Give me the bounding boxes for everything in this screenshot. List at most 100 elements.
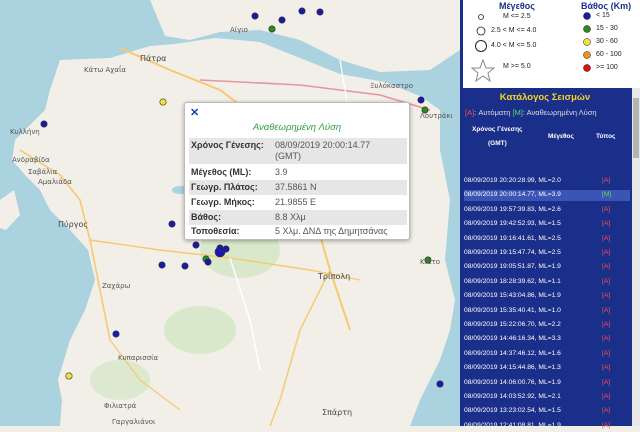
map-label-gargalianoi: Γαργαλιάνοι xyxy=(112,418,156,426)
scrollbar-thumb[interactable] xyxy=(633,98,639,158)
map-label-kiato: Κιάτο xyxy=(420,258,441,266)
catalog-row[interactable]: 08/09/2019 14:37:46.12, ML=1.6 [A] xyxy=(464,349,630,360)
legend-depth-class: >= 100 xyxy=(596,64,618,71)
earthquake-marker[interactable] xyxy=(112,330,120,338)
catalog-row[interactable]: 08/09/2019 14:03:52.92, ML=2.1 [A] xyxy=(464,392,630,403)
earthquake-marker[interactable] xyxy=(192,241,200,249)
catalog-row-type: [A] xyxy=(602,205,611,213)
map-label-aigio: Αίγιο xyxy=(230,26,248,34)
earthquake-marker[interactable] xyxy=(222,245,230,253)
catalog-row-time: 08/09/2019 19:42:52.93, ML=1.5 xyxy=(464,220,561,228)
earthquake-marker[interactable] xyxy=(65,372,73,380)
catalog-row-time: 08/09/2019 14:46:16.34, ML=3.3 xyxy=(464,335,561,343)
catalog-row-time: 08/09/2019 12:41:08.81, ML=1.9 xyxy=(464,421,561,429)
map-label-kato-achaia: Κάτω Αχαΐα xyxy=(84,66,126,74)
popup-row-depth: Βάθος: 8.8 Χλμ xyxy=(189,210,407,225)
map-label-sparti: Σπάρτη xyxy=(322,408,353,417)
popup-value: 8.8 Χλμ xyxy=(275,212,306,222)
popup-label: Χρόνος Γένεσης: xyxy=(191,140,264,150)
earthquake-marker[interactable] xyxy=(168,220,176,228)
earthquake-marker[interactable] xyxy=(204,258,212,266)
earthquake-marker[interactable] xyxy=(298,7,306,15)
map-label-zacharo: Ζαχάρω xyxy=(102,282,131,290)
popup-row-location: Τοποθεσία: 5 Χλμ. ΔΝΔ της Δημητσάνας xyxy=(189,224,407,239)
popup-label: Τοποθεσία: xyxy=(191,226,240,236)
close-icon[interactable]: ✕ xyxy=(190,106,199,119)
popup-label: Βάθος: xyxy=(191,212,222,222)
catalog-row-time: 08/09/2019 20:20:28.99, ML=2.0 xyxy=(464,177,561,184)
catalog-row-time: 08/09/2019 18:28:39.62, ML=1.1 xyxy=(464,277,561,285)
catalog-row[interactable]: 08/09/2019 19:05:51.87, ML=1.9 [A] xyxy=(464,262,630,273)
map-label-patra: Πάτρα xyxy=(140,54,167,63)
catalog-row[interactable]: 08/09/2019 18:28:39.62, ML=1.1 [A] xyxy=(464,277,630,288)
catalog-row-type: [A] xyxy=(602,421,611,429)
catalog-row-time: 08/09/2019 15:43:04.86, ML=1.9 xyxy=(464,292,561,300)
catalog-row[interactable]: 08/09/2019 15:22:06.70, ML=2.2 [A] xyxy=(464,320,630,331)
earthquake-marker[interactable] xyxy=(181,262,189,270)
catalog-scrollbar[interactable] xyxy=(632,88,640,426)
popup-value: 08/09/2019 20:00:14.77 xyxy=(275,140,371,150)
earthquake-marker[interactable] xyxy=(278,16,286,24)
catalog-row-time: 08/09/2019 14:37:46.12, ML=1.6 xyxy=(464,349,561,357)
catalog-row-type: [A] xyxy=(602,234,611,242)
earthquake-marker[interactable] xyxy=(158,261,166,269)
catalog-row-time: 08/09/2019 19:57:39.83, ML=2.6 xyxy=(464,205,561,213)
popup-label: Μέγεθος (ML): xyxy=(191,167,252,177)
catalog-row[interactable]: 08/09/2019 14:46:16.34, ML=3.3 [A] xyxy=(464,334,630,345)
popup-value: 37.5861 N xyxy=(275,182,317,192)
manual-code: [M] xyxy=(512,108,523,117)
event-info-popup: ✕ Αναθεωρημένη Λύση Χρόνος Γένεσης: 08/0… xyxy=(184,102,410,240)
legend-mag-class: M <= 2.5 xyxy=(503,13,531,20)
catalog-row[interactable]: 08/09/2019 14:15:44.86, ML=1.3 [A] xyxy=(464,363,630,374)
catalog-row[interactable]: 08/09/2019 19:16:41.61, ML=2.5 [A] xyxy=(464,234,630,245)
catalog-row[interactable]: 08/09/2019 15:35:40.41, ML=1.0 [A] xyxy=(464,306,630,317)
catalog-row[interactable]: 08/09/2019 19:57:39.83, ML=2.6 [A] xyxy=(464,205,630,216)
catalog-row[interactable]: 08/09/2019 12:41:08.81, ML=1.9 [A] xyxy=(464,421,630,432)
map-label-filiatra: Φιλιατρά xyxy=(104,402,137,410)
popup-row-latitude: Γεωγρ. Πλάτος: 37.5861 N xyxy=(189,180,407,195)
map-label-xylokastro: Ξυλόκαστρο xyxy=(370,82,414,90)
catalog-row-time: 08/09/2019 13:23:02.54, ML=1.5 xyxy=(464,407,561,415)
manual-label: : Αναθεωρημένη Λύση xyxy=(522,108,597,117)
legend-depth-class: < 15 xyxy=(596,12,610,19)
col-header-magnitude: Μέγεθος xyxy=(548,133,574,140)
col-header-time: Χρόνος Γένεσης xyxy=(472,126,523,133)
legend-mag-class: 2.5 < M <= 4.0 xyxy=(491,27,537,34)
catalog-row-type: [A] xyxy=(602,349,611,357)
legend-depth-class: 15 - 30 xyxy=(596,25,618,32)
catalog-row-type: [A] xyxy=(602,306,611,314)
popup-value: 5 Χλμ. ΔΝΔ της Δημητσάνας xyxy=(275,226,388,236)
catalog-row[interactable]: 08/09/2019 19:15:47.74, ML=2.5 [A] xyxy=(464,248,630,259)
col-header-time-unit: (GMT) xyxy=(488,140,507,147)
legend-depth-class: 30 - 60 xyxy=(596,38,618,45)
catalog-row[interactable]: 08/09/2019 20:00:14.77, ML=3.9 [M] xyxy=(464,190,630,202)
earthquake-marker[interactable] xyxy=(316,8,324,16)
col-header-type: Τύπος xyxy=(596,133,616,140)
catalog-row[interactable]: 08/09/2019 15:43:04.86, ML=1.9 [A] xyxy=(464,291,630,302)
legend-mag-class: 4.0 < M <= 5.0 xyxy=(491,42,537,49)
popup-label: Γεωγρ. Μήκος: xyxy=(191,197,255,207)
legend-mag-class: M >= 5.0 xyxy=(503,63,531,70)
popup-title: Αναθεωρημένη Λύση xyxy=(252,122,342,133)
catalog-row[interactable]: 08/09/2019 13:23:02.54, ML=1.5 [A] xyxy=(464,406,630,417)
earthquake-marker[interactable] xyxy=(251,12,259,20)
earthquake-marker[interactable] xyxy=(268,25,276,33)
map-view[interactable]: Πάτρα Κάτω Αχαΐα Κυλλήνη Ανδραβίδα Σαβάλ… xyxy=(0,0,460,426)
earthquake-marker[interactable] xyxy=(436,380,444,388)
popup-row-magnitude: Μέγεθος (ML): 3.9 xyxy=(189,165,407,180)
map-label-amaliada: Αμαλιάδα xyxy=(38,178,72,186)
catalog-row-type: [A] xyxy=(602,407,611,415)
catalog-row[interactable]: 08/09/2019 19:42:52.93, ML=1.5 [A] xyxy=(464,219,630,230)
catalog-row[interactable]: 08/09/2019 20:20:28.99, ML=2.0 [A] xyxy=(464,176,630,187)
catalog-row-type: [M] xyxy=(602,191,612,199)
popup-value: 3.9 xyxy=(275,167,288,177)
catalog-row-type: [A] xyxy=(602,220,611,228)
catalog-row[interactable]: 08/09/2019 14:06:00.76, ML=1.9 [A] xyxy=(464,378,630,389)
earthquake-marker[interactable] xyxy=(159,98,167,106)
catalog-row-type: [A] xyxy=(602,249,611,256)
map-label-loutraki: Λουτράκι xyxy=(420,112,453,120)
earthquake-marker[interactable] xyxy=(417,96,425,104)
earthquake-catalog-panel: Κατάλογος Σεισμών [A]: Αυτόματη [M]: Ανα… xyxy=(460,88,640,429)
catalog-row-type: [A] xyxy=(602,177,611,184)
earthquake-marker[interactable] xyxy=(40,120,48,128)
